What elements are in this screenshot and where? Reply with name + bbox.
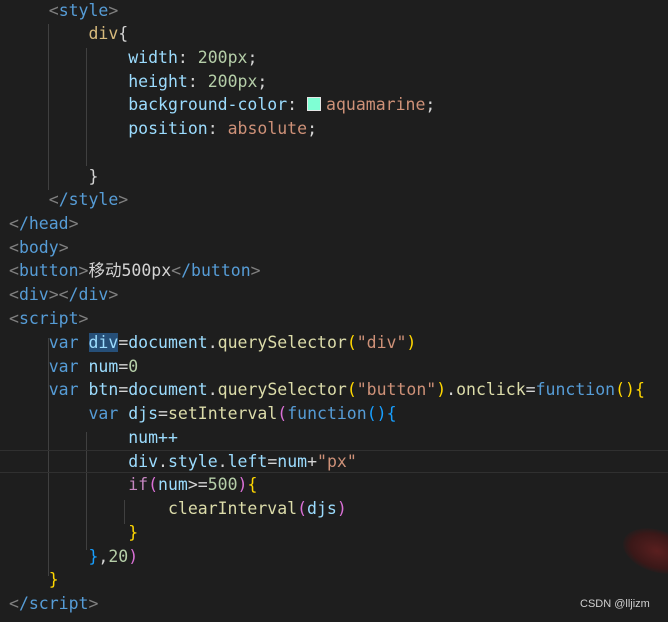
code-line[interactable]: if(num>=500){ (9, 473, 257, 497)
css-property: height (128, 72, 188, 91)
variable: djs (307, 499, 337, 518)
code-line[interactable]: } (9, 165, 98, 189)
css-value: 200px (197, 48, 248, 67)
increment-expression: num++ (128, 428, 178, 447)
watermark: CSDN @lljizm (580, 598, 650, 610)
keyword: var (48, 380, 79, 399)
number-literal: 20 (108, 547, 129, 566)
keyword: var (88, 404, 119, 423)
identifier: document (128, 380, 208, 399)
property: style (167, 452, 218, 471)
body-tag: body (18, 238, 59, 257)
code-line[interactable]: width: 200px; (9, 46, 257, 70)
code-line[interactable]: <style> (9, 0, 119, 23)
function-name: querySelector (217, 333, 347, 352)
function-name: setInterval (167, 404, 278, 423)
code-line[interactable]: clearInterval(djs) (9, 497, 347, 521)
decorative-shape (617, 520, 668, 582)
function-name: clearInterval (167, 499, 298, 518)
number-literal: 500 (207, 475, 238, 494)
code-line[interactable]: var djs=setInterval(function(){ (9, 402, 396, 426)
keyword: if (128, 475, 149, 494)
code-line[interactable]: num++ (9, 426, 178, 450)
code-line[interactable]: var num=0 (9, 355, 138, 379)
variable: btn (88, 380, 119, 399)
style-tag: style (58, 1, 109, 20)
head-close-tag: /head (18, 214, 69, 233)
event-handler: onclick (456, 380, 526, 399)
css-property: background-color (128, 95, 288, 114)
code-line[interactable]: </head> (9, 212, 79, 236)
variable: djs (128, 404, 159, 423)
code-line[interactable]: var div=document.querySelector("div") (9, 331, 416, 355)
keyword: var (48, 357, 79, 376)
code-editor[interactable]: <style> div{ width: 200px; height: 200px… (0, 0, 668, 622)
string-literal: "div" (356, 333, 407, 352)
css-value: 200px (207, 72, 258, 91)
style-close-tag: /style (58, 190, 119, 209)
variable: div (128, 452, 159, 471)
code-line[interactable]: <button>移动500px</button> (9, 259, 261, 283)
keyword: function (287, 404, 367, 423)
button-close-tag: /button (181, 261, 251, 280)
code-line[interactable]: } (9, 521, 138, 545)
css-value: aquamarine (326, 95, 426, 114)
code-line[interactable]: position: absolute; (9, 117, 317, 141)
property: left (227, 452, 268, 471)
css-selector: div (88, 24, 119, 43)
identifier: document (128, 333, 208, 352)
code-line[interactable]: } (9, 568, 59, 592)
code-line[interactable]: <body> (9, 236, 69, 260)
css-value: absolute (227, 119, 308, 138)
variable: num (88, 357, 119, 376)
css-property: width (128, 48, 178, 67)
code-line[interactable]: div.style.left=num+"px" (9, 450, 357, 474)
css-property: position (128, 119, 208, 138)
code-line[interactable]: <div></div> (9, 283, 118, 307)
button-text: 移动500px (88, 261, 172, 280)
keyword: function (535, 380, 616, 399)
color-swatch-icon[interactable] (307, 97, 322, 111)
keyword: var (48, 333, 79, 352)
number-literal: 0 (128, 357, 139, 376)
variable: num (158, 475, 188, 494)
code-line[interactable]: height: 200px; (9, 70, 267, 94)
variable-highlighted: div (88, 333, 119, 352)
code-line[interactable]: },20) (9, 545, 138, 569)
script-close-tag: /script (18, 594, 89, 613)
button-tag: button (18, 261, 79, 280)
div-tag: div (18, 285, 49, 304)
code-line[interactable]: </style> (9, 188, 128, 212)
variable: num (277, 452, 308, 471)
code-line[interactable]: </script> (9, 592, 98, 616)
div-close-tag: /div (68, 285, 109, 304)
code-line[interactable]: div{ (9, 22, 128, 46)
string-literal: "px" (317, 452, 357, 471)
code-line[interactable]: var btn=document.querySelector("button")… (9, 378, 645, 402)
function-name: querySelector (217, 380, 347, 399)
code-line[interactable]: background-color: aquamarine; (9, 93, 435, 117)
script-tag: script (18, 309, 79, 328)
string-literal: "button" (356, 380, 437, 399)
code-line[interactable]: <script> (9, 307, 88, 331)
